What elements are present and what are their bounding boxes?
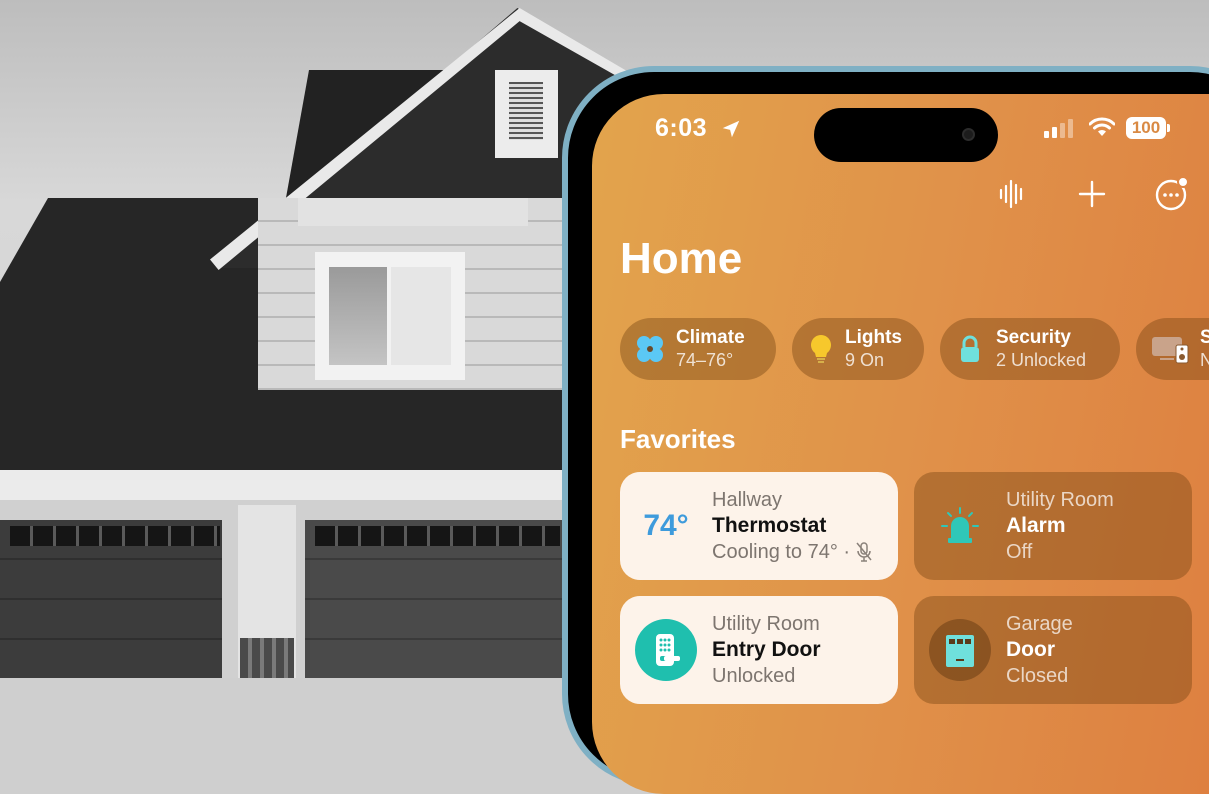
- pill-value: 9 On: [845, 350, 885, 370]
- garage-windows-right: [315, 526, 560, 546]
- voice-waveform-icon[interactable]: [994, 176, 1030, 212]
- home-app-screen: 6:03 100 Home Climate 74–76° Lights 9 On…: [592, 94, 1209, 794]
- dormer-trim: [298, 198, 528, 226]
- alarm-siren-icon: [914, 506, 1006, 546]
- house-window: [315, 252, 465, 380]
- tile-room: Garage: [1006, 613, 1073, 635]
- tile-name: Entry Door: [712, 638, 821, 661]
- tile-state: Off: [1006, 541, 1033, 563]
- location-arrow-icon: [722, 120, 740, 138]
- tile-room: Utility Room: [1006, 489, 1114, 511]
- tile-state: Closed: [1006, 665, 1069, 687]
- battery-nub: [1167, 124, 1170, 132]
- pill-value: 2 Unlocked: [996, 350, 1087, 370]
- garage-door-icon: [914, 618, 1006, 682]
- pillar: [238, 505, 296, 678]
- tile-hallway-thermostat[interactable]: 74° Hallway Thermostat Cooling to 74° ·: [620, 472, 898, 580]
- category-security[interactable]: Security 2 Unlocked: [940, 318, 1120, 380]
- category-climate[interactable]: Climate 74–76°: [620, 318, 776, 380]
- add-icon[interactable]: [1074, 176, 1110, 212]
- tile-state: Unlocked: [712, 665, 796, 687]
- favorites-heading: Favorites: [620, 424, 736, 454]
- tile-name: Alarm: [1006, 514, 1066, 537]
- status-time: 6:03: [655, 114, 708, 142]
- keypad-lock-icon: [620, 618, 712, 682]
- wifi-icon: [1089, 117, 1115, 136]
- tile-garage-door[interactable]: Garage Door Closed: [914, 596, 1192, 704]
- tile-utility-entry-door[interactable]: Utility Room Entry Door Unlocked: [620, 596, 898, 704]
- speaker-tv-icon: [1150, 333, 1190, 365]
- dynamic-island: [814, 108, 998, 162]
- pill-label: S: [1200, 327, 1209, 348]
- page-title: Home: [620, 234, 743, 283]
- tile-name: Thermostat: [712, 514, 827, 537]
- category-pills: Climate 74–76° Lights 9 On Security 2 Un…: [620, 318, 1209, 380]
- camera-icon: [962, 128, 975, 141]
- tile-name: Door: [1006, 638, 1055, 661]
- mic-off-icon: [856, 542, 872, 562]
- battery-icon: 100: [1126, 117, 1166, 139]
- pill-label: Security: [996, 327, 1071, 348]
- tile-utility-alarm[interactable]: Utility Room Alarm Off: [914, 472, 1192, 580]
- more-options-icon[interactable]: [1154, 176, 1190, 212]
- pill-value: N: [1200, 350, 1209, 370]
- tile-state: Cooling to 74° ·: [712, 541, 851, 563]
- pill-label: Lights: [845, 327, 902, 348]
- pill-label: Climate: [676, 327, 745, 348]
- category-lights[interactable]: Lights 9 On: [792, 318, 924, 380]
- lightbulb-icon: [806, 333, 835, 365]
- cellular-signal-icon: [1044, 118, 1073, 138]
- pill-value: 74–76°: [676, 350, 734, 370]
- garage-windows-left: [10, 526, 220, 546]
- lock-icon: [954, 333, 986, 365]
- tile-room: Hallway: [712, 489, 783, 511]
- eave: [0, 470, 600, 500]
- attic-vent: [495, 70, 558, 158]
- fan-icon: [634, 333, 666, 365]
- tile-room: Utility Room: [712, 613, 820, 635]
- thermostat-temperature: 74°: [643, 509, 689, 542]
- category-speakers-tv[interactable]: S N: [1136, 318, 1209, 380]
